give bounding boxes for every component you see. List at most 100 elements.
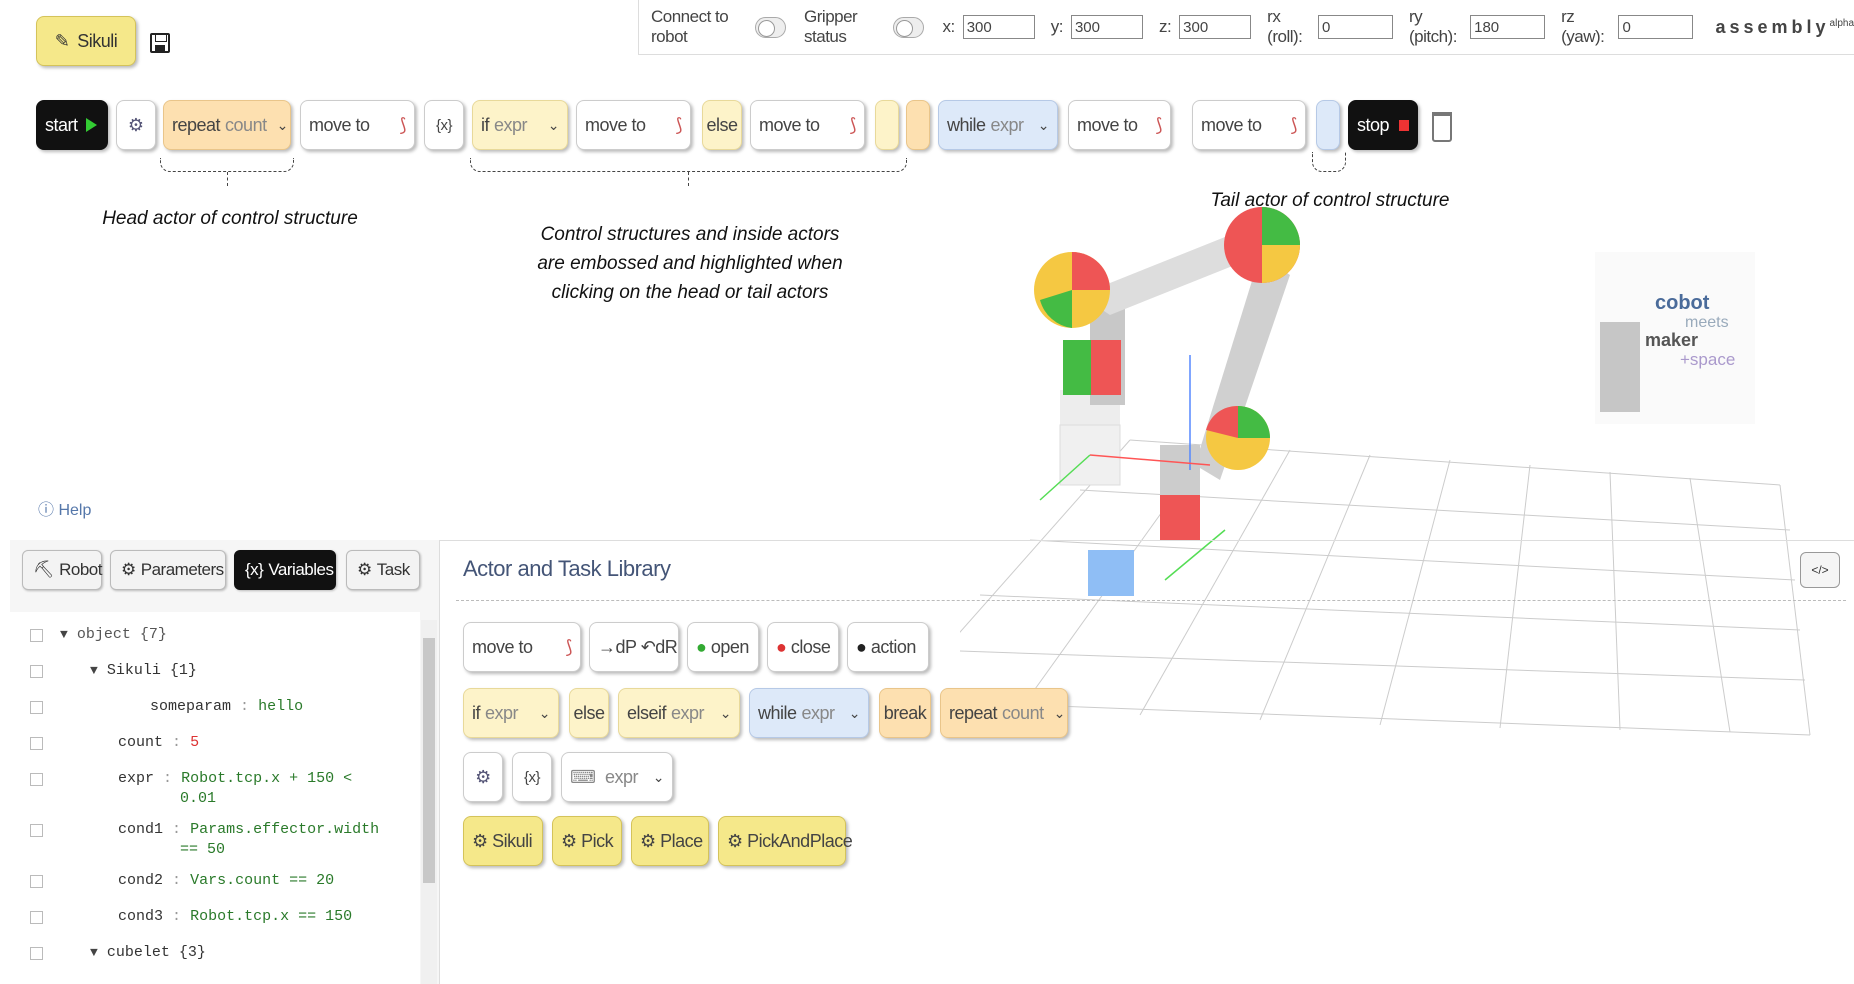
if-head-actor[interactable]: if expr ⌄ xyxy=(472,100,568,150)
stop-actor[interactable]: stop xyxy=(1348,100,1418,150)
y-input[interactable] xyxy=(1070,15,1143,39)
lib-arg: count xyxy=(1002,702,1044,723)
checkbox[interactable] xyxy=(30,701,43,714)
checkbox[interactable] xyxy=(30,737,43,750)
lib-label: Place xyxy=(660,830,703,851)
robot-arm xyxy=(1034,207,1300,596)
caret-down-icon: ▼ xyxy=(90,945,98,960)
lib-task-place[interactable]: ⚙ Place xyxy=(631,816,709,866)
save-icon[interactable] xyxy=(150,33,170,53)
lib-label: {x} xyxy=(523,768,541,786)
while-head-actor[interactable]: while expr ⌄ xyxy=(938,100,1058,150)
connect-label: Connect to robot xyxy=(651,7,729,46)
robot-arm-icon: ⟆ xyxy=(675,114,682,135)
move-label: move to xyxy=(1077,114,1138,135)
lib-else[interactable]: else xyxy=(569,688,609,738)
chevron-down-icon: ⌄ xyxy=(1037,116,1050,133)
ry-input[interactable] xyxy=(1470,15,1546,39)
y-label: y: xyxy=(1050,17,1064,36)
x-input[interactable] xyxy=(962,15,1035,39)
variable-actor[interactable]: {x} xyxy=(424,100,464,150)
lib-move-to[interactable]: move to ⟆ xyxy=(463,622,581,672)
tab-parameters[interactable]: ⚙ Parameters xyxy=(110,550,226,590)
z-input[interactable] xyxy=(1179,15,1252,39)
lib-open[interactable]: ● open xyxy=(687,622,759,672)
tab-label: Parameters xyxy=(140,560,224,579)
rx-label: rx (roll): xyxy=(1267,7,1303,46)
lib-action[interactable]: ● action xyxy=(847,622,929,672)
move-to-actor[interactable]: move to ⟆ xyxy=(750,100,865,150)
move-to-actor[interactable]: move to ⟆ xyxy=(1192,100,1306,150)
lib-while[interactable]: while expr ⌄ xyxy=(749,688,869,738)
checkbox[interactable] xyxy=(30,911,43,924)
code-view-icon[interactable]: </> xyxy=(1800,552,1840,588)
move-to-actor[interactable]: move to ⟆ xyxy=(1068,100,1171,150)
lib-label: Pick xyxy=(581,830,614,851)
tab-task[interactable]: ⚙ Task xyxy=(346,550,420,590)
param-actor[interactable]: ⚙ xyxy=(116,100,156,150)
start-label: start xyxy=(45,114,78,135)
lib-repeat[interactable]: repeat count ⌄ xyxy=(940,688,1068,738)
gripper-open-icon: ● xyxy=(696,636,707,657)
tree-key: expr xyxy=(118,770,155,787)
tab-label: Robot xyxy=(59,560,102,579)
repeat-tail-actor[interactable] xyxy=(906,100,930,150)
lib-expr[interactable]: ⌨ expr ⌄ xyxy=(561,752,673,802)
help-link[interactable]: ⓘ Help xyxy=(38,496,91,520)
checkbox[interactable] xyxy=(30,875,43,888)
robot-arm-icon: ⟆ xyxy=(565,636,572,657)
middle-annotation-line: Control structures and inside actors xyxy=(540,224,840,245)
tree-key: someparam xyxy=(150,698,232,715)
trash-icon[interactable] xyxy=(1432,112,1452,142)
lib-task-pick[interactable]: ⚙ Pick xyxy=(552,816,622,866)
checkbox[interactable] xyxy=(30,629,43,642)
move-to-actor[interactable]: move to ⟆ xyxy=(576,100,691,150)
tree-scrollbar-thumb[interactable] xyxy=(423,638,435,883)
rz-label: rz (yaw): xyxy=(1561,7,1605,46)
checkbox[interactable] xyxy=(30,824,43,837)
connect-toggle[interactable] xyxy=(754,16,787,38)
lib-label: repeat xyxy=(949,702,998,723)
lib-task-sikuli[interactable]: ⚙ Sikuli xyxy=(463,816,543,866)
tab-robot[interactable]: ⛏ Robot xyxy=(22,550,102,590)
lib-relative-move[interactable]: →dP ↶dR xyxy=(589,622,679,672)
help-label: Help xyxy=(58,502,92,519)
stop-label: stop xyxy=(1357,114,1390,135)
lib-variable[interactable]: {x} xyxy=(512,752,552,802)
tree-key: cond2 xyxy=(118,872,164,889)
lib-param[interactable]: ⚙ xyxy=(463,752,503,802)
robot-arm-icon: ⟆ xyxy=(1155,114,1162,135)
tab-variables[interactable]: {x} Variables xyxy=(234,550,336,590)
task-name: Sikuli xyxy=(77,30,118,51)
repeat-head-actor[interactable]: repeat count ⌄ xyxy=(163,100,291,150)
x-label: x: xyxy=(942,17,955,36)
chevron-down-icon: ⌄ xyxy=(547,116,560,133)
move-to-actor[interactable]: move to ⟆ xyxy=(300,100,415,150)
move-label: move to xyxy=(309,114,370,135)
task-name-button[interactable]: ✎ Sikuli xyxy=(36,16,136,66)
checkbox[interactable] xyxy=(30,665,43,678)
tree-key: cond1 xyxy=(118,821,164,838)
gripper-toggle[interactable] xyxy=(893,16,925,38)
repeat-arg: count xyxy=(225,114,267,135)
lib-break[interactable]: break xyxy=(879,688,931,738)
pencil-icon: ✎ xyxy=(54,30,70,51)
library-title: Actor and Task Library xyxy=(463,556,671,581)
lib-elseif[interactable]: elseif expr ⌄ xyxy=(618,688,740,738)
head-annotation: Head actor of control structure xyxy=(102,208,358,229)
lib-close[interactable]: ● close xyxy=(767,622,839,672)
tree-value: 0.01 xyxy=(180,790,217,807)
lib-if[interactable]: if expr ⌄ xyxy=(463,688,559,738)
checkbox[interactable] xyxy=(30,947,43,960)
while-tail-actor[interactable] xyxy=(1316,100,1340,150)
middle-annotation-line: clicking on the head or tail actors xyxy=(551,282,829,303)
if-tail-actor[interactable] xyxy=(875,100,899,150)
lib-label: break xyxy=(883,702,927,723)
else-actor[interactable]: else xyxy=(702,100,742,150)
start-actor[interactable]: start xyxy=(36,100,108,150)
var-label: {x} xyxy=(435,116,453,134)
rx-input[interactable] xyxy=(1317,15,1393,39)
rz-input[interactable] xyxy=(1618,15,1694,39)
lib-task-pickandplace[interactable]: ⚙ PickAndPlace xyxy=(718,816,853,866)
checkbox[interactable] xyxy=(30,773,43,786)
